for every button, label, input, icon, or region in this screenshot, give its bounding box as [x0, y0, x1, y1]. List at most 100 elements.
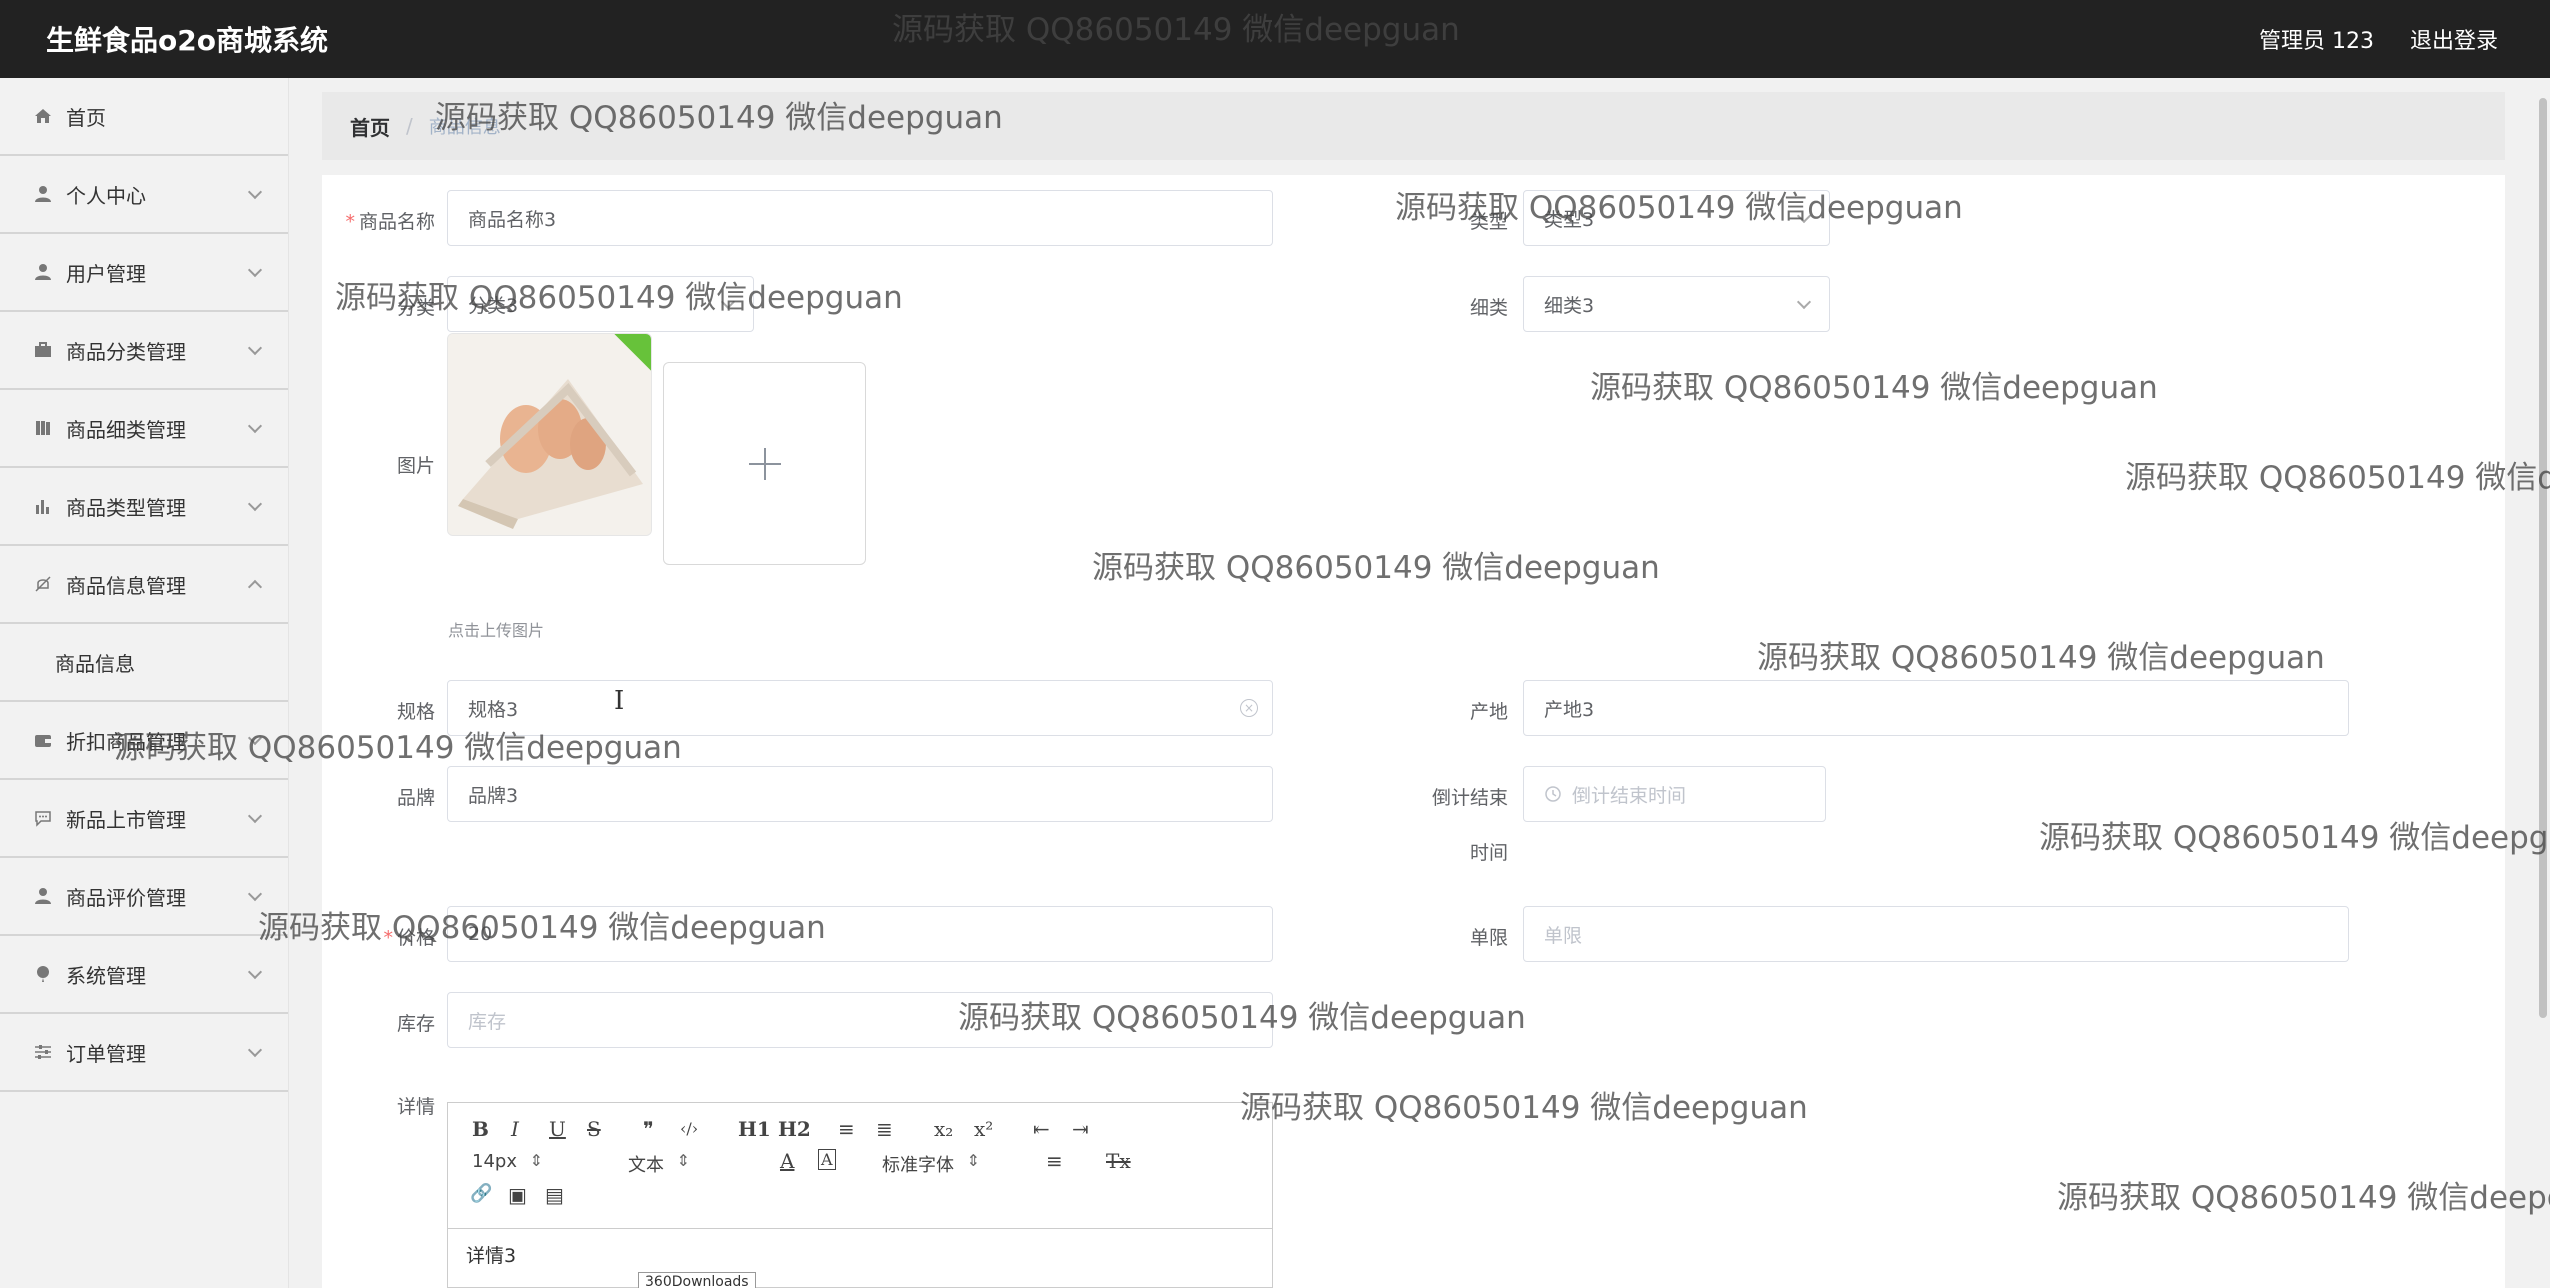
italic-button[interactable]: I	[511, 1117, 519, 1141]
sidebar-item-orders[interactable]: 订单管理	[0, 1014, 288, 1092]
image-button[interactable]: ▣	[508, 1183, 527, 1207]
sidebar-item-reviews[interactable]: 商品评价管理	[0, 858, 288, 936]
breadcrumb: 首页 / 商品信息	[322, 92, 2505, 160]
sidebar: 首页 个人中心 用户管理 商品分类管理 商品细类管理 商品类型管理 商品信息管理…	[0, 78, 289, 1288]
breadcrumb-home[interactable]: 首页	[350, 112, 390, 141]
sidebar-item-personal[interactable]: 个人中心	[0, 156, 288, 234]
sidebar-subitem-goods-info[interactable]: 商品信息	[0, 624, 288, 702]
clean-format-button[interactable]: Tx	[1106, 1149, 1131, 1173]
brand-label: 品牌	[396, 787, 435, 809]
price-label: * 价格	[383, 927, 435, 949]
origin-label: 产地	[1469, 701, 1508, 723]
name-label: * 商品名称	[345, 211, 435, 233]
upload-add-button[interactable]	[663, 362, 866, 565]
price-input[interactable]: 20	[447, 906, 1273, 962]
text-color-button[interactable]: A	[780, 1149, 794, 1173]
book-icon	[32, 417, 54, 439]
sidebar-item-type[interactable]: 商品类型管理	[0, 468, 288, 546]
superscript-button[interactable]: x²	[974, 1117, 993, 1141]
spec-label: 规格	[396, 701, 435, 723]
sidebar-item-new-arrivals[interactable]: 新品上市管理	[0, 780, 288, 858]
user-name: 管理员 123	[2258, 29, 2374, 54]
top-bar: 生鲜食品o2o商城系统 管理员 123 退出登录	[0, 0, 2550, 78]
countdown-input[interactable]: 倒计结束时间	[1523, 766, 1826, 822]
sidebar-item-label: 折扣商品管理	[66, 729, 186, 754]
chevron-down-icon	[247, 262, 263, 278]
header-select[interactable]: 文本	[628, 1151, 690, 1177]
stock-input[interactable]: 库存	[447, 992, 1273, 1048]
limit-input[interactable]: 单限	[1523, 906, 2349, 962]
chevron-up-icon	[247, 579, 263, 595]
category-label: 分类	[396, 297, 435, 319]
editor-content[interactable]: 详情3	[448, 1229, 1272, 1280]
bold-button[interactable]: B	[472, 1117, 489, 1141]
sidebar-item-users[interactable]: 用户管理	[0, 234, 288, 312]
chevron-down-icon	[247, 418, 263, 434]
sidebar-item-discount[interactable]: 折扣商品管理	[0, 702, 288, 780]
spec-input[interactable]: 规格3 ×	[447, 680, 1273, 736]
clock-icon	[1545, 786, 1561, 802]
quote-button[interactable]: ❞	[643, 1117, 654, 1141]
subscript-button[interactable]: x₂	[934, 1117, 953, 1141]
sidebar-item-label: 新品上市管理	[66, 807, 186, 832]
user-icon	[32, 261, 54, 283]
clear-icon[interactable]: ×	[1240, 699, 1258, 717]
ordered-list-button[interactable]: ≡	[838, 1117, 855, 1141]
user-icon	[32, 885, 54, 907]
bar-chart-icon	[32, 495, 54, 517]
sidebar-item-goods-info[interactable]: 商品信息管理	[0, 546, 288, 624]
chevron-down-icon	[720, 294, 736, 310]
sidebar-item-label: 商品细类管理	[66, 417, 186, 442]
editor-toolbar: B I U S ❞ ‹/› H1 H2 ≡ ≣ x₂ x² ⇤ ⇥ 14px 文…	[448, 1103, 1272, 1229]
sidebar-item-home[interactable]: 首页	[0, 78, 288, 156]
align-button[interactable]: ≡	[1046, 1149, 1063, 1173]
user-area: 管理员 123 退出登录	[2259, 23, 2498, 55]
chat-icon	[32, 807, 54, 829]
underline-button[interactable]: U	[549, 1117, 566, 1141]
sidebar-item-label: 商品评价管理	[66, 885, 186, 910]
link-button[interactable]: 🔗	[470, 1183, 492, 1204]
breadcrumb-current: 商品信息	[428, 117, 501, 138]
sidebar-item-system[interactable]: 系统管理	[0, 936, 288, 1014]
chevron-down-icon	[247, 340, 263, 356]
chevron-down-icon	[247, 964, 263, 980]
brand-input[interactable]: 品牌3	[447, 766, 1273, 822]
app-title: 生鲜食品o2o商城系统	[46, 24, 328, 57]
page-scrollbar[interactable]	[2536, 78, 2550, 1288]
category-select[interactable]: 分类3	[447, 276, 754, 332]
h2-button[interactable]: H2	[778, 1117, 811, 1141]
sidebar-item-label: 商品类型管理	[66, 495, 186, 520]
tooltip: 360Downloads	[638, 1272, 756, 1288]
name-input[interactable]: 商品名称3	[447, 190, 1273, 246]
sidebar-item-category[interactable]: 商品分类管理	[0, 312, 288, 390]
bullet-list-button[interactable]: ≣	[876, 1117, 893, 1141]
outdent-button[interactable]: ⇤	[1033, 1117, 1050, 1141]
breadcrumb-separator: /	[406, 114, 413, 138]
video-button[interactable]: ▤	[545, 1183, 564, 1207]
background-color-button[interactable]: A	[818, 1149, 836, 1170]
sidebar-item-label: 商品信息管理	[66, 573, 186, 598]
scrollbar-thumb[interactable]	[2539, 98, 2547, 1018]
sidebar-item-label: 商品分类管理	[66, 339, 186, 364]
image-label: 图片	[396, 455, 435, 477]
logout-link[interactable]: 退出登录	[2410, 23, 2498, 55]
code-button[interactable]: ‹/›	[680, 1119, 698, 1138]
origin-input[interactable]: 产地3	[1523, 680, 2349, 736]
font-family-select[interactable]: 标准字体	[882, 1151, 980, 1177]
chevron-down-icon	[1796, 294, 1812, 310]
user-icon	[32, 183, 54, 205]
type-select[interactable]: 类型3	[1523, 190, 1830, 246]
sidebar-item-label: 用户管理	[66, 261, 146, 286]
rich-text-editor[interactable]: B I U S ❞ ‹/› H1 H2 ≡ ≣ x₂ x² ⇤ ⇥ 14px 文…	[447, 1102, 1273, 1288]
indent-button[interactable]: ⇥	[1072, 1117, 1089, 1141]
sidebar-item-label: 首页	[66, 105, 106, 130]
chevron-down-icon	[247, 184, 263, 200]
font-size-select[interactable]: 14px	[472, 1151, 543, 1172]
sidebar-item-subcategory[interactable]: 商品细类管理	[0, 390, 288, 468]
subcategory-select[interactable]: 细类3	[1523, 276, 1830, 332]
strike-button[interactable]: S	[587, 1117, 601, 1141]
briefcase-icon	[32, 339, 54, 361]
h1-button[interactable]: H1	[738, 1117, 771, 1141]
uploaded-image[interactable]	[447, 333, 652, 536]
sliders-icon	[32, 1041, 54, 1063]
